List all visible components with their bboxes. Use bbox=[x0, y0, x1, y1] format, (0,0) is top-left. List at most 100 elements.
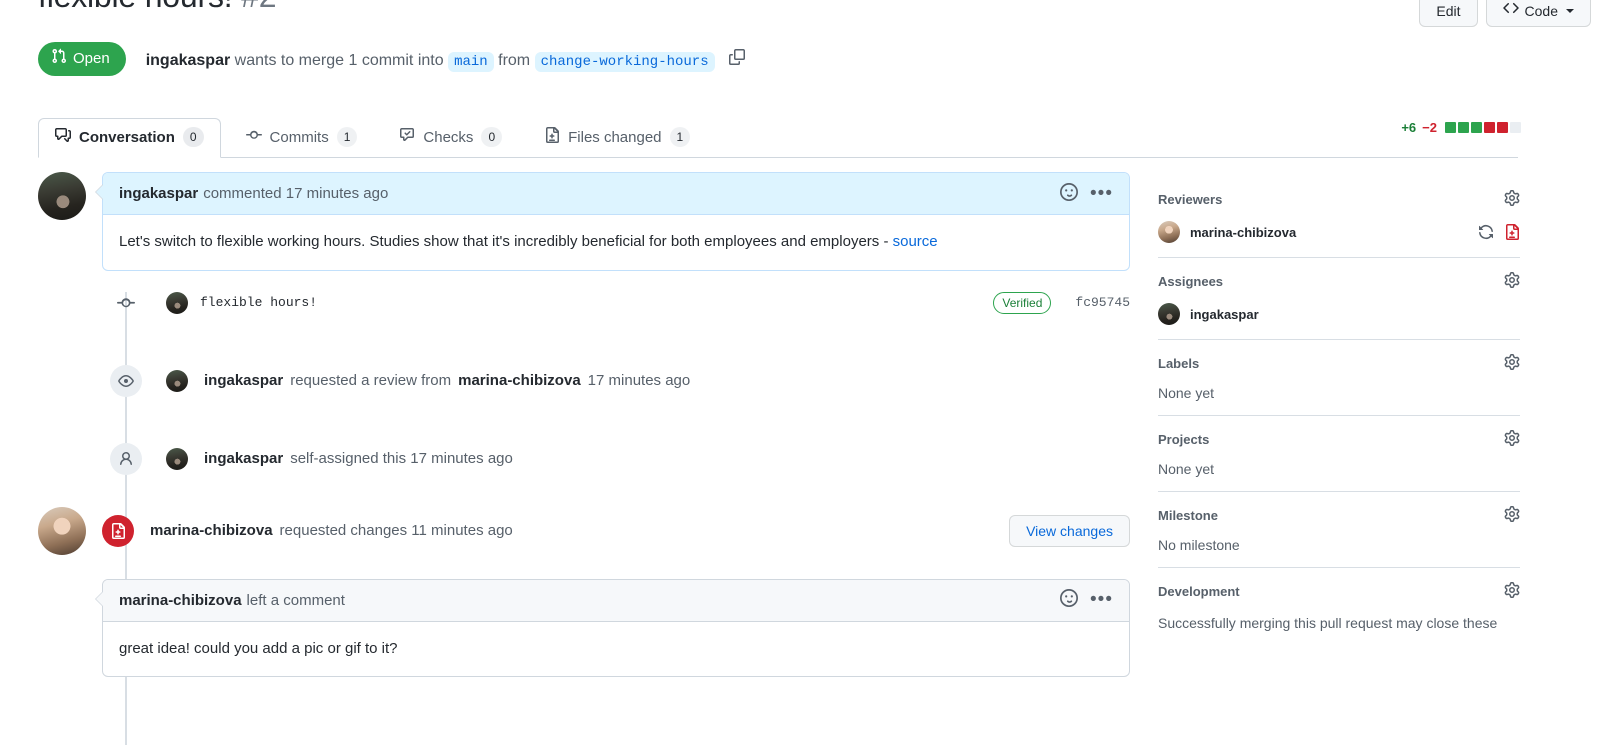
event-actor[interactable]: ingakaspar bbox=[204, 372, 283, 389]
tab-files-changed[interactable]: Files changed 1 bbox=[527, 118, 707, 158]
comment-item: ingakaspar commented 17 minutes ago ••• … bbox=[38, 172, 1130, 271]
page-title: flexible hours! #2 bbox=[38, 0, 277, 15]
milestone-header: Milestone bbox=[1158, 506, 1520, 525]
avatar[interactable] bbox=[38, 506, 86, 555]
reviewers-title: Reviewers bbox=[1158, 192, 1223, 207]
pr-sidebar: Reviewers marina-chibizova Assignees ing… bbox=[1158, 190, 1520, 661]
tab-conversation[interactable]: Conversation 0 bbox=[38, 118, 221, 158]
labels-empty: None yet bbox=[1158, 385, 1215, 401]
event-actor[interactable]: ingakaspar bbox=[204, 450, 283, 467]
tab-checks[interactable]: Checks 0 bbox=[382, 118, 519, 158]
sync-icon[interactable] bbox=[1478, 224, 1494, 240]
diffstat-blocks bbox=[1445, 122, 1521, 133]
git-pull-request-icon bbox=[51, 48, 67, 70]
source-link[interactable]: source bbox=[893, 233, 938, 250]
event-text: ingakaspar self-assigned this 17 minutes… bbox=[204, 450, 513, 467]
avatar[interactable] bbox=[166, 447, 188, 470]
sidebar-section-projects: Projects None yet bbox=[1158, 430, 1520, 492]
timeline: ingakaspar commented 17 minutes ago ••• … bbox=[38, 172, 1130, 745]
development-title: Development bbox=[1158, 584, 1240, 599]
event-target[interactable]: marina-chibizova bbox=[458, 372, 581, 389]
comment-menu-icon[interactable]: ••• bbox=[1090, 590, 1113, 609]
head-branch-tag[interactable]: change-working-hours bbox=[534, 51, 715, 72]
projects-title: Projects bbox=[1158, 432, 1210, 447]
comment-header: ingakaspar commented 17 minutes ago ••• bbox=[103, 173, 1129, 215]
gear-icon[interactable] bbox=[1504, 582, 1520, 601]
avatar[interactable] bbox=[166, 291, 188, 314]
file-diff-icon bbox=[544, 127, 560, 147]
event-action: self-assigned this 17 minutes ago bbox=[290, 450, 513, 467]
comment-time: 17 minutes ago bbox=[285, 185, 389, 202]
gear-icon[interactable] bbox=[1504, 354, 1520, 373]
avatar[interactable] bbox=[1158, 303, 1180, 325]
sidebar-section-assignees: Assignees ingakaspar bbox=[1158, 272, 1520, 340]
sidebar-section-development: Development Successfully merging this pu… bbox=[1158, 582, 1520, 647]
comment-box: ingakaspar commented 17 minutes ago ••• … bbox=[95, 172, 1130, 271]
avatar[interactable] bbox=[1158, 221, 1180, 243]
avatar[interactable] bbox=[38, 172, 86, 220]
comment-item: marina-chibizova left a comment ••• grea… bbox=[38, 578, 1130, 677]
base-branch-tag[interactable]: main bbox=[448, 51, 494, 72]
comment-header-actions: ••• bbox=[1060, 589, 1113, 611]
commit-message[interactable]: flexible hours! bbox=[200, 295, 317, 310]
checklist-icon bbox=[399, 127, 415, 147]
comment-header: marina-chibizova left a comment ••• bbox=[103, 579, 1129, 622]
event-text: ingakaspar requested a review from marin… bbox=[204, 372, 690, 389]
tab-checks-count: 0 bbox=[481, 127, 503, 147]
tab-conversation-label: Conversation bbox=[79, 128, 175, 146]
eye-icon bbox=[110, 364, 142, 397]
comment-body-text: Let's switch to flexible working hours. … bbox=[119, 233, 893, 250]
view-changes-button[interactable]: View changes bbox=[1009, 514, 1130, 547]
event-time: 17 minutes ago bbox=[587, 372, 691, 389]
gear-icon[interactable] bbox=[1504, 272, 1520, 291]
avatar[interactable] bbox=[166, 369, 188, 392]
milestone-title: Milestone bbox=[1158, 508, 1218, 523]
smiley-reaction-icon[interactable] bbox=[1060, 589, 1079, 611]
copy-branch-icon[interactable] bbox=[729, 48, 746, 65]
status-badge: Open bbox=[38, 42, 126, 76]
assignee-name[interactable]: ingakaspar bbox=[1190, 307, 1259, 322]
comment-body: Let's switch to flexible working hours. … bbox=[103, 215, 1129, 270]
comment-header-actions: ••• bbox=[1060, 182, 1113, 205]
code-button[interactable]: Code bbox=[1485, 0, 1591, 27]
pr-title-text: flexible hours! bbox=[38, 0, 233, 14]
reviewer-actions bbox=[1478, 224, 1520, 240]
pr-number: #2 bbox=[241, 0, 276, 14]
event-actor[interactable]: marina-chibizova bbox=[150, 522, 273, 539]
sidebar-section-labels: Labels None yet bbox=[1158, 354, 1520, 416]
diffstat-additions: +6 bbox=[1401, 120, 1417, 135]
pr-state-row: Open ingakaspar wants to merge 1 commit … bbox=[38, 42, 746, 76]
header-actions: Edit Code bbox=[1419, 0, 1591, 27]
timeline-commit-row: flexible hours! Verified fc95745 bbox=[38, 287, 1130, 319]
edit-button[interactable]: Edit bbox=[1419, 0, 1478, 27]
file-diff-icon[interactable] bbox=[1504, 224, 1520, 240]
tab-commits[interactable]: Commits 1 bbox=[229, 118, 375, 158]
comment-menu-icon[interactable]: ••• bbox=[1090, 184, 1113, 203]
timeline-event-review-requested: ingakaspar requested a review from marin… bbox=[38, 364, 1130, 397]
assignees-header: Assignees bbox=[1158, 272, 1520, 291]
comment-author[interactable]: marina-chibizova bbox=[119, 592, 242, 609]
comment-body: great idea! could you add a pic or gif t… bbox=[119, 639, 398, 657]
code-angle-brackets-icon bbox=[1502, 0, 1519, 21]
comment-icon bbox=[55, 127, 71, 147]
event-text: marina-chibizova requested changes 11 mi… bbox=[150, 522, 513, 539]
commit-sha[interactable]: fc95745 bbox=[1075, 295, 1130, 310]
pr-tabs: Conversation 0 Commits 1 Checks 0 Files … bbox=[38, 110, 1518, 158]
comment-author[interactable]: ingakaspar bbox=[119, 185, 198, 202]
comment-box: marina-chibizova left a comment ••• grea… bbox=[95, 578, 1130, 677]
event-action: requested changes 11 minutes ago bbox=[279, 522, 513, 539]
gear-icon[interactable] bbox=[1504, 190, 1520, 209]
diffstat: +6 −2 bbox=[1401, 120, 1521, 135]
gear-icon[interactable] bbox=[1504, 430, 1520, 449]
projects-empty: None yet bbox=[1158, 461, 1215, 477]
development-header: Development bbox=[1158, 582, 1520, 601]
event-action: requested a review from bbox=[290, 372, 452, 389]
smiley-reaction-icon[interactable] bbox=[1060, 182, 1079, 205]
reviewer-name[interactable]: marina-chibizova bbox=[1190, 225, 1296, 240]
timeline-event-requested-changes: marina-chibizova requested changes 11 mi… bbox=[38, 506, 1130, 555]
pr-author: ingakaspar bbox=[145, 51, 231, 69]
tab-commits-count: 1 bbox=[336, 127, 358, 147]
commit-icon bbox=[245, 127, 262, 147]
reviewer-row: marina-chibizova bbox=[1158, 221, 1520, 243]
gear-icon[interactable] bbox=[1504, 506, 1520, 525]
